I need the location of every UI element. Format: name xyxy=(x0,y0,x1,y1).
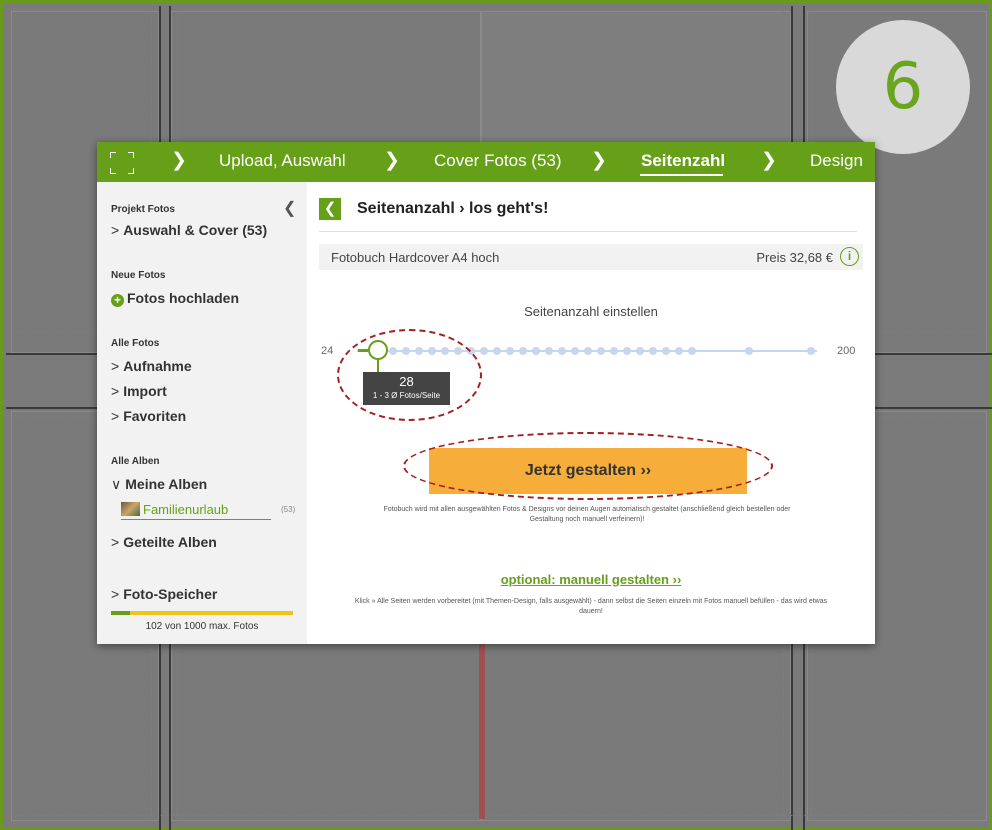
annotation-circle xyxy=(337,329,482,421)
sidebar-item-favoriten[interactable]: > Favoriten xyxy=(111,408,186,424)
slider-step-dot xyxy=(610,347,618,355)
sidebar-item-label: Foto-Speicher xyxy=(123,586,218,602)
album-thumbnail xyxy=(121,502,140,516)
slider-step-dot xyxy=(545,347,553,355)
slider-step-dot xyxy=(480,347,488,355)
fullscreen-icon[interactable] xyxy=(110,152,134,174)
chevron-right-icon: ❯ xyxy=(761,150,777,171)
chevron-right-icon: ❯ xyxy=(171,150,187,171)
start-design-description: Fotobuch wird mit allen ausgewählten Fot… xyxy=(383,506,791,523)
section-label: Neue Fotos xyxy=(111,270,166,281)
slider-step-dot xyxy=(745,347,753,355)
sidebar-item-label: Auswahl & Cover (53) xyxy=(123,222,268,238)
section-label: Alle Alben xyxy=(111,456,160,467)
manual-design-description: Klick » Alle Seiten werden vorbereitet (… xyxy=(354,598,828,615)
spine-marker xyxy=(479,643,485,819)
sidebar-item-foto-speicher[interactable]: > Foto-Speicher xyxy=(111,586,217,602)
storage-progress-fill xyxy=(111,611,130,615)
slider-step-dot xyxy=(584,347,592,355)
product-name: Fotobuch Hardcover A4 hoch xyxy=(331,250,500,265)
chevron-right-icon: > xyxy=(111,534,120,550)
storage-caption: 102 von 1000 max. Fotos xyxy=(145,621,259,632)
slider-step-dot xyxy=(688,347,696,355)
main-panel: ❮ Seitenanzahl › los geht's! Fotobuch Ha… xyxy=(307,182,875,644)
manual-design-link[interactable]: optional: manuell gestalten ›› xyxy=(307,572,875,587)
sidebar-item-label: Import xyxy=(123,383,167,399)
divider xyxy=(319,231,857,232)
sidebar-item-label: Aufnahme xyxy=(123,358,192,374)
chevron-right-icon: ❯ xyxy=(384,150,400,171)
sidebar-item-import[interactable]: > Import xyxy=(111,383,167,399)
sidebar-item-auswahl-cover[interactable]: > Auswahl & Cover (53) xyxy=(111,222,267,238)
section-label: Projekt Fotos xyxy=(111,204,175,215)
chevron-right-icon: > xyxy=(111,408,120,424)
sidebar-item-label: Geteilte Alben xyxy=(123,534,217,550)
sidebar-item-label: Meine Alben xyxy=(125,476,208,492)
chevron-right-icon: > xyxy=(111,358,120,374)
album-count: (53) xyxy=(281,505,296,514)
slider-step-dot xyxy=(623,347,631,355)
chevron-right-icon: ❯ xyxy=(591,150,607,171)
slider-step-dot xyxy=(675,347,683,355)
slider-step-dot xyxy=(519,347,527,355)
slider-step-dot xyxy=(532,347,540,355)
nav-step-cover[interactable]: Cover Fotos (53) xyxy=(434,151,562,171)
step-number-badge: 6 xyxy=(836,20,970,154)
product-info-bar: Fotobuch Hardcover A4 hoch Preis 32,68 €… xyxy=(319,244,863,270)
slider-step-dot xyxy=(558,347,566,355)
sidebar-item-geteilte-alben[interactable]: > Geteilte Alben xyxy=(111,534,217,550)
step-number: 6 xyxy=(882,50,924,124)
slider-max-label: 200 xyxy=(837,345,856,357)
chevron-right-icon: > xyxy=(111,383,120,399)
plus-icon: + xyxy=(111,294,124,307)
nav-step-upload[interactable]: Upload, Auswahl xyxy=(219,151,346,171)
nav-step-seitenzahl[interactable]: Seitenzahl xyxy=(641,151,725,171)
slider-step-dot xyxy=(506,347,514,355)
slider-step-dot xyxy=(636,347,644,355)
slider-step-dot xyxy=(807,347,815,355)
slider-step-dot xyxy=(662,347,670,355)
album-name: Familienurlaub xyxy=(143,502,229,517)
sidebar-item-meine-alben[interactable]: ∨ Meine Alben xyxy=(111,476,207,493)
slider-step-dot xyxy=(597,347,605,355)
slider-step-dot xyxy=(571,347,579,355)
sidebar-item-label: Fotos hochladen xyxy=(127,290,239,306)
annotation-circle xyxy=(403,432,773,500)
sidebar-item-aufnahme[interactable]: > Aufnahme xyxy=(111,358,192,374)
wizard-nav: ❯ Upload, Auswahl ❯ Cover Fotos (53) ❯ S… xyxy=(97,142,875,182)
page-count-dialog: ❯ Upload, Auswahl ❯ Cover Fotos (53) ❯ S… xyxy=(97,142,875,644)
section-label: Alle Fotos xyxy=(111,338,160,349)
upload-photos-button[interactable]: + Fotos hochladen xyxy=(111,290,239,307)
bleed-guide xyxy=(11,815,987,816)
sidebar-item-label: Favoriten xyxy=(123,408,187,424)
active-step-underline xyxy=(640,174,723,176)
chevron-down-icon: ∨ xyxy=(111,476,122,492)
back-button[interactable]: ❮ xyxy=(319,198,341,220)
chevron-left-icon[interactable]: ❮ xyxy=(283,198,296,218)
storage-progress-bar xyxy=(111,611,293,615)
photo-sidebar: Projekt Fotos ❮ > Auswahl & Cover (53) Ne… xyxy=(97,182,307,644)
page-title: Seitenanzahl › los geht's! xyxy=(357,200,549,217)
slider-label: Seitenanzahl einstellen xyxy=(524,304,658,319)
chevron-right-icon: > xyxy=(111,222,120,238)
nav-step-design[interactable]: Design xyxy=(810,151,863,171)
slider-min-label: 24 xyxy=(321,345,334,357)
chevron-right-icon: > xyxy=(111,586,120,602)
slider-step-dot xyxy=(649,347,657,355)
album-item[interactable]: Familienurlaub xyxy=(121,502,271,520)
price-label: Preis 32,68 € xyxy=(756,250,833,265)
slider-step-dot xyxy=(493,347,501,355)
info-icon[interactable]: i xyxy=(840,247,859,266)
